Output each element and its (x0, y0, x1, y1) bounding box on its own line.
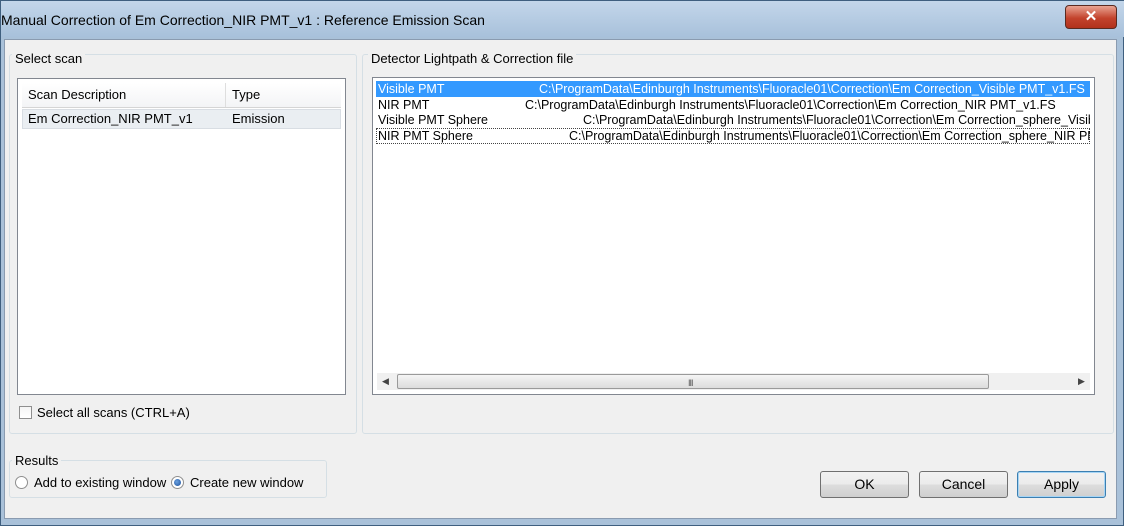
detector-name: NIR PMT (378, 98, 430, 112)
cancel-button[interactable]: Cancel (919, 471, 1008, 498)
close-icon: ✕ (1084, 8, 1098, 25)
create-new-window-radio[interactable] (171, 476, 184, 489)
select-all-label[interactable]: Select all scans (CTRL+A) (37, 405, 190, 420)
scan-type-cell: Emission (232, 111, 285, 126)
list-item[interactable]: NIR PMT C:\ProgramData\Edinburgh Instrum… (376, 97, 1090, 113)
add-to-existing-window-radio[interactable] (15, 476, 28, 489)
radio-selected-dot (174, 479, 181, 486)
window-title: Manual Correction of Em Correction_NIR P… (1, 12, 485, 28)
column-header-scan-description[interactable]: Scan Description (22, 83, 224, 107)
scan-description-cell: Em Correction_NIR PMT_v1 (28, 111, 193, 126)
table-row[interactable]: Em Correction_NIR PMT_v1 Emission (22, 109, 341, 129)
scan-list[interactable]: Scan Description Type Em Correction_NIR … (17, 78, 346, 395)
list-item[interactable]: Visible PMT C:\ProgramData\Edinburgh Ins… (376, 81, 1090, 97)
grip-icon: III (688, 378, 693, 388)
apply-button[interactable]: Apply (1017, 471, 1106, 498)
correction-file-path: C:\ProgramData\Edinburgh Instruments\Flu… (569, 129, 1090, 143)
select-all-checkbox[interactable] (19, 406, 32, 419)
list-item[interactable]: Visible PMT Sphere C:\ProgramData\Edinbu… (376, 112, 1090, 128)
detector-list[interactable]: Visible PMT C:\ProgramData\Edinburgh Ins… (372, 77, 1095, 395)
scroll-right-icon[interactable]: ▶ (1073, 373, 1090, 390)
detector-label: Detector Lightpath & Correction file (368, 51, 577, 66)
detector-name: NIR PMT Sphere (378, 129, 473, 143)
correction-file-path: C:\ProgramData\Edinburgh Instruments\Flu… (525, 98, 1056, 112)
dialog-client-area: Select scan Scan Description Type Em Cor… (4, 39, 1117, 519)
ok-button[interactable]: OK (820, 471, 909, 498)
horizontal-scrollbar[interactable]: ◀ III ▶ (377, 373, 1090, 390)
scrollbar-thumb[interactable]: III (397, 374, 989, 389)
detector-name: Visible PMT (378, 82, 445, 96)
correction-file-path: C:\ProgramData\Edinburgh Instruments\Flu… (539, 82, 1085, 96)
scroll-left-icon[interactable]: ◀ (377, 373, 394, 390)
close-button[interactable]: ✕ (1065, 5, 1117, 29)
dialog-window: Manual Correction of Em Correction_NIR P… (0, 0, 1124, 526)
create-new-window-label[interactable]: Create new window (190, 475, 303, 490)
title-bar[interactable]: Manual Correction of Em Correction_NIR P… (1, 1, 1124, 37)
column-header-type[interactable]: Type (225, 83, 341, 107)
add-to-existing-window-label[interactable]: Add to existing window (34, 475, 166, 490)
select-scan-label: Select scan (12, 51, 86, 66)
list-item[interactable]: NIR PMT Sphere C:\ProgramData\Edinburgh … (376, 128, 1090, 144)
results-label: Results (12, 453, 62, 468)
correction-file-path: C:\ProgramData\Edinburgh Instruments\Flu… (583, 113, 1090, 127)
scan-list-header: Scan Description Type (22, 83, 341, 108)
detector-name: Visible PMT Sphere (378, 113, 489, 127)
